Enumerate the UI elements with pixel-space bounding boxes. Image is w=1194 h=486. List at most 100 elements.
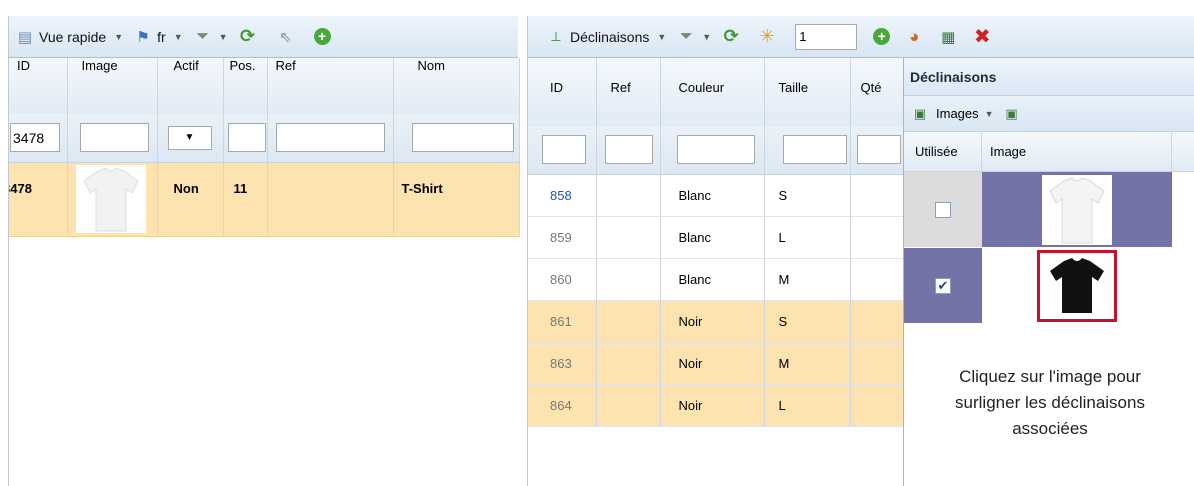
row-couleur: Blanc [660,258,765,301]
row-couleur: Blanc [660,174,765,217]
used-cell: ✔ [904,248,982,323]
col-header-image[interactable]: Image [982,132,1172,171]
star-icon[interactable]: ✳ [757,26,777,47]
row-id[interactable]: 859 [528,216,597,259]
row-id[interactable]: 858 [528,174,597,217]
tree-icon[interactable]: ⊥ [546,27,566,47]
col-header-image[interactable]: Image [67,58,158,114]
col-header-id[interactable]: ID [9,58,68,114]
filter-taille-input[interactable] [782,135,847,165]
image-icon[interactable]: ▣ [912,106,928,122]
variants-toolbar-title[interactable]: Déclinaisons [570,29,649,45]
excel-icon[interactable]: ▦ [938,27,958,47]
col-header-actif[interactable]: Actif [157,58,224,114]
row-id: 3478 [9,162,68,237]
filter-id-input[interactable] [10,123,60,153]
list-item[interactable] [904,172,1194,248]
grid-filter-row: ▼ [9,114,520,163]
table-row[interactable]: 859 Blanc L [528,216,905,259]
table-row[interactable]: 860 Blanc M [528,258,905,301]
row-taille: M [764,342,851,385]
filter-icon[interactable]: ⏷ [676,27,696,47]
row-ref [267,162,394,237]
filter-couleur-input[interactable] [676,135,755,165]
chevron-down-icon[interactable]: ▼ [985,109,994,119]
row-id[interactable]: 864 [528,384,597,427]
row-id[interactable]: 861 [528,300,597,343]
image-cell[interactable] [982,172,1172,247]
hint-text: Cliquez sur l'image pour surligner les d… [904,364,1194,442]
add-icon[interactable]: + [873,28,891,45]
chevron-down-icon[interactable]: ▼ [219,32,228,42]
view-mode-label[interactable]: Vue rapide [39,29,106,45]
grid-header-row: ID Ref Couleur Taille Qté [528,58,905,126]
filter-image-input[interactable] [79,123,149,153]
filter-ref-input[interactable] [275,123,385,153]
table-row[interactable]: 864 Noir L [528,384,905,427]
image-cell[interactable] [982,248,1172,323]
filter-nom-input[interactable] [411,123,514,153]
col-header-couleur[interactable]: Couleur [660,58,765,126]
table-row[interactable]: 863 Noir M [528,342,905,385]
chevron-down-icon[interactable]: ▼ [702,32,711,42]
col-header-taille[interactable]: Taille [764,58,851,126]
row-pos: 11 [223,162,268,237]
images-menu-label[interactable]: Images [936,106,979,121]
close-icon[interactable]: ✖ [972,26,992,48]
cursor-icon[interactable]: ⇖ [276,27,296,47]
filter-icon[interactable]: ⏷ [193,27,213,47]
col-header-id[interactable]: ID [528,58,597,126]
col-header-ref[interactable]: Ref [267,58,394,114]
row-qte [850,300,905,343]
image-add-icon[interactable]: ▣ [1004,106,1020,122]
chevron-down-icon[interactable]: ▼ [657,32,666,42]
filter-id-input[interactable] [542,135,586,165]
add-icon[interactable]: + [313,28,331,45]
chevron-down-icon[interactable]: ▼ [174,32,183,42]
used-checkbox[interactable]: ✔ [935,277,951,294]
refresh-icon[interactable]: ⟳ [721,26,741,47]
filter-ref-input[interactable] [604,135,653,165]
row-id[interactable]: 863 [528,342,597,385]
quantity-input[interactable] [795,23,858,50]
filter-pos-input[interactable] [227,123,266,153]
table-row[interactable]: 861 Noir S [528,300,905,343]
row-actif: Non [157,162,224,237]
filter-actif-select[interactable]: ▼ [167,125,212,150]
white-tshirt-image[interactable] [1042,174,1112,245]
variant-images-header: Utilisée Image [904,132,1194,172]
used-checkbox[interactable] [935,201,951,218]
row-qte [850,384,905,427]
hint-line: associées [1012,419,1088,438]
row-ref [596,258,661,301]
refresh-icon[interactable]: ⟳ [238,26,258,47]
col-header-nom[interactable]: Nom [393,58,520,114]
row-ref [596,174,661,217]
flag-icon[interactable]: ⚑ [133,27,153,47]
col-header-qte[interactable]: Qté [850,58,905,126]
col-header-used[interactable]: Utilisée [904,132,982,171]
filter-qte-input[interactable] [856,135,901,165]
palette-icon[interactable]: ◕ [904,27,924,47]
black-tshirt-image[interactable] [1037,249,1117,322]
row-couleur: Noir [660,342,765,385]
row-taille: L [764,384,851,427]
list-item[interactable]: ✔ [904,248,1194,324]
row-ref [596,384,661,427]
col-header-pos[interactable]: Pos. [223,58,268,114]
grid-header-row: ID Image Actif Pos. Ref Nom [9,58,520,114]
view-icon[interactable]: ▤ [15,27,35,47]
row-ref [596,300,661,343]
table-row[interactable]: 3478 Non 11 T-Shirt [9,162,520,237]
row-couleur: Blanc [660,216,765,259]
variant-images-panel: Déclinaisons ▣ Images ▼ ▣ Utilisée Image [903,58,1194,486]
used-cell [904,172,982,247]
language-label[interactable]: fr [157,29,166,45]
row-ref [596,216,661,259]
white-tshirt-thumbnail [75,164,146,233]
chevron-down-icon[interactable]: ▼ [114,32,123,42]
variants-toolbar: ⊥ Déclinaisons ▼ ⏷ ▼ ⟳ ✳ + ◕ ▦ ✖ [528,16,1194,58]
row-id[interactable]: 860 [528,258,597,301]
table-row[interactable]: 858 Blanc S [528,174,905,217]
col-header-ref[interactable]: Ref [596,58,661,126]
